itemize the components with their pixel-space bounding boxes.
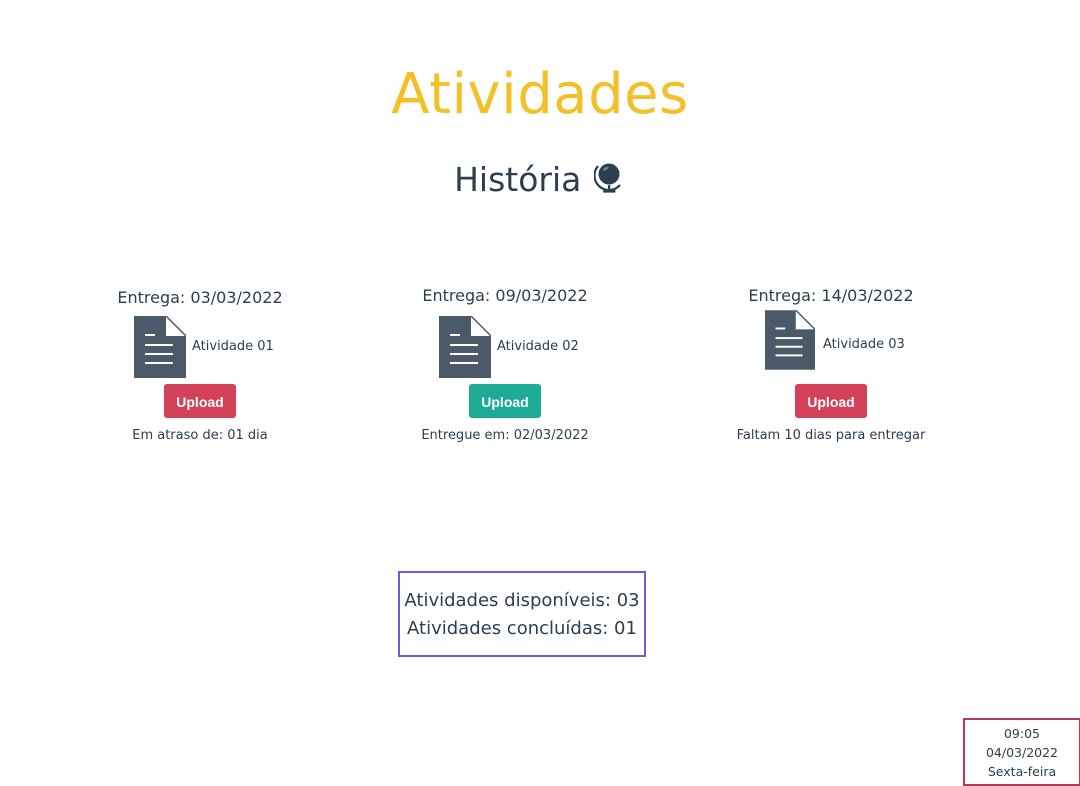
clock-weekday: Sexta-feira — [987, 764, 1057, 779]
clock-date: 04/03/2022 — [985, 745, 1059, 760]
activity-card: Entrega: 09/03/2022 Atividade 02 Upload … — [385, 286, 625, 444]
page-title: Atividades — [391, 61, 689, 127]
upload-button[interactable]: Upload — [795, 384, 867, 418]
activity-name[interactable]: Atividade 03 — [823, 337, 905, 353]
globe-icon — [593, 163, 621, 193]
clock-time: 09:05 — [1003, 726, 1041, 741]
due-date: Entrega: 14/03/2022 — [748, 286, 914, 305]
due-date: Entrega: 03/03/2022 — [117, 288, 283, 307]
activity-status: Em atraso de: 01 dia — [132, 428, 268, 443]
activity-card: Entrega: 14/03/2022 Atividade 03 Upload … — [711, 286, 951, 444]
document-icon[interactable] — [134, 316, 186, 378]
subject-title: História — [0, 158, 1080, 202]
due-date: Entrega: 09/03/2022 — [422, 286, 588, 305]
completed-count: Atividades concluídas: 01 — [407, 618, 637, 639]
upload-button[interactable]: Upload — [469, 384, 541, 418]
activity-status: Entregue em: 02/03/2022 — [421, 428, 589, 443]
activity-card: Entrega: 03/03/2022 Atividade 01 Upload … — [80, 288, 320, 444]
clock-widget: 09:05 04/03/2022 Sexta-feira — [963, 718, 1080, 786]
activity-name[interactable]: Atividade 02 — [497, 339, 579, 355]
activity-status: Faltam 10 dias para entregar — [736, 428, 926, 443]
document-icon[interactable] — [765, 310, 815, 370]
summary-box: Atividades disponíveis: 03 Atividades co… — [398, 571, 646, 657]
document-icon[interactable] — [439, 316, 491, 378]
available-count: Atividades disponíveis: 03 — [404, 590, 640, 611]
upload-button[interactable]: Upload — [164, 384, 236, 418]
subject-name: História — [454, 160, 582, 199]
activity-name[interactable]: Atividade 01 — [192, 339, 274, 355]
